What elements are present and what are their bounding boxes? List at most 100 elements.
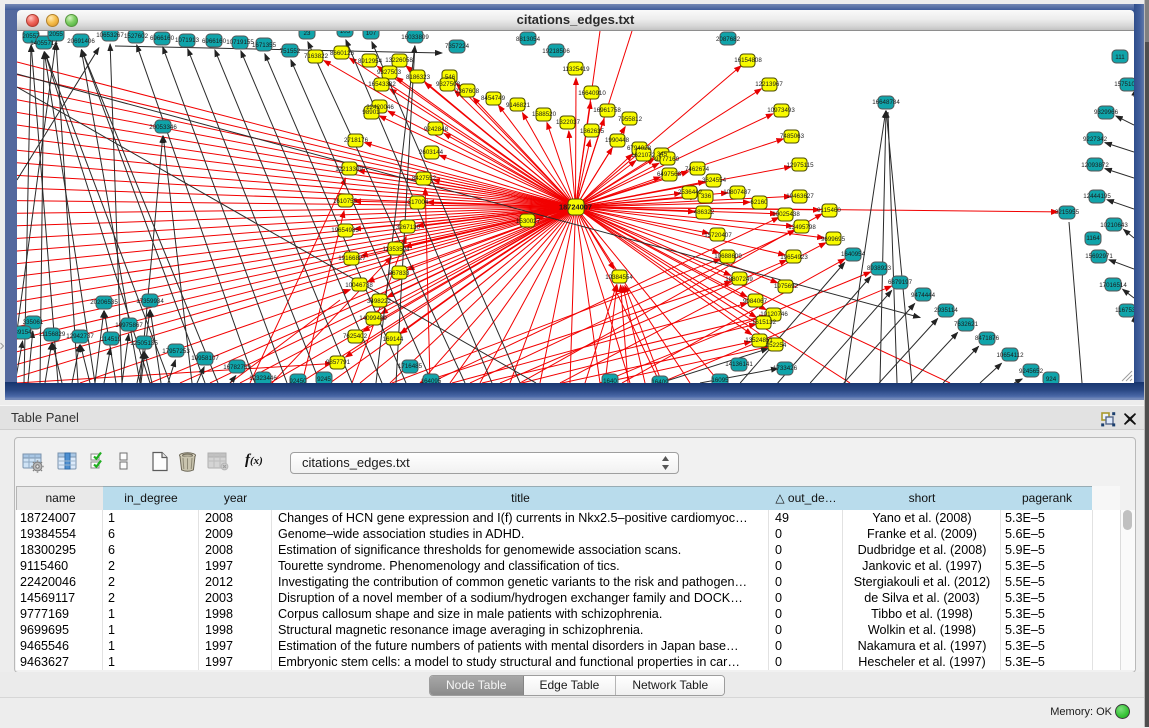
svg-text:9327503: 9327503 (377, 69, 402, 76)
svg-text:9329966: 9329966 (1094, 109, 1119, 116)
svg-text:105: 105 (340, 31, 351, 35)
svg-text:1362635: 1362635 (580, 128, 605, 135)
svg-text:20691406: 20691406 (67, 38, 95, 45)
svg-text:9777169: 9777169 (655, 156, 680, 163)
svg-text:7163822: 7163822 (304, 53, 329, 60)
svg-text:7625402: 7625402 (343, 333, 368, 340)
svg-text:92450: 92450 (289, 378, 307, 383)
svg-text:9115460: 9115460 (817, 207, 841, 214)
svg-text:164095: 164095 (421, 378, 442, 383)
svg-text:12213309: 12213309 (335, 166, 363, 173)
svg-text:546: 546 (445, 74, 456, 81)
svg-text:15751074: 15751074 (1114, 81, 1134, 88)
svg-text:9242848: 9242848 (424, 126, 449, 133)
svg-text:11325419: 11325419 (562, 66, 590, 73)
svg-text:751552: 751552 (280, 48, 301, 55)
svg-text:1530027: 1530027 (516, 218, 541, 225)
svg-text:1640: 1640 (603, 378, 617, 383)
svg-text:2935114: 2935114 (934, 307, 958, 314)
svg-text:2536442: 2536442 (678, 189, 703, 196)
svg-text:2055: 2055 (49, 31, 63, 38)
svg-text:16154808: 16154808 (734, 57, 762, 64)
svg-text:23: 23 (304, 31, 311, 37)
svg-text:486322: 486322 (694, 209, 715, 216)
svg-text:18724007: 18724007 (559, 203, 592, 212)
svg-text:16095: 16095 (711, 377, 729, 383)
svg-text:11353594: 11353594 (382, 246, 410, 253)
svg-text:1671355: 1671355 (252, 42, 277, 49)
svg-text:1733426: 1733426 (773, 365, 798, 372)
svg-text:1167533: 1167533 (1115, 307, 1134, 314)
svg-text:3498222: 3498222 (367, 298, 392, 305)
svg-text:12213967: 12213967 (755, 81, 783, 88)
svg-text:9245652: 9245652 (1019, 368, 1044, 375)
svg-text:16543382: 16543382 (368, 81, 396, 88)
svg-text:8471876: 8471876 (975, 335, 1000, 342)
svg-text:7955812: 7955812 (618, 116, 643, 123)
svg-text:1588520: 1588520 (532, 111, 557, 118)
svg-text:9245: 9245 (317, 376, 331, 383)
svg-text:15720407: 15720407 (704, 232, 732, 239)
svg-text:8427552: 8427552 (412, 175, 437, 182)
svg-text:18807249: 18807249 (725, 276, 753, 283)
svg-text:6497568: 6497568 (657, 171, 682, 178)
svg-text:1640954: 1640954 (841, 251, 866, 258)
svg-text:19463627: 19463627 (786, 193, 814, 200)
svg-text:1610755: 1610755 (333, 198, 358, 205)
svg-text:16961758: 16961758 (593, 107, 621, 114)
svg-text:13495798: 13495798 (788, 224, 816, 231)
svg-text:14136141: 14136141 (725, 361, 753, 368)
svg-text:12323446: 12323446 (249, 375, 277, 382)
svg-text:16782759: 16782759 (223, 364, 251, 371)
svg-text:9146821: 9146821 (506, 102, 531, 109)
svg-text:10688609: 10688609 (714, 253, 742, 260)
svg-text:9327508: 9327508 (436, 81, 461, 88)
svg-text:1990448: 1990448 (605, 137, 630, 144)
svg-text:10807487: 10807487 (723, 189, 751, 196)
svg-text:9474444: 9474444 (911, 292, 936, 299)
svg-text:12975115: 12975115 (786, 162, 814, 169)
svg-text:252254: 252254 (766, 342, 787, 349)
svg-text:13226058: 13226058 (385, 57, 413, 64)
svg-text:11156829: 11156829 (39, 331, 66, 338)
svg-text:169144: 169144 (383, 336, 404, 343)
svg-text:867833: 867833 (389, 270, 410, 277)
svg-text:2718176: 2718176 (344, 137, 369, 144)
svg-text:9857791: 9857791 (326, 359, 351, 366)
svg-text:1975692: 1975692 (774, 283, 799, 290)
svg-text:17957253: 17957253 (162, 348, 190, 355)
svg-text:15692971: 15692971 (1085, 253, 1113, 260)
svg-text:107: 107 (366, 31, 377, 37)
svg-text:20206535: 20206535 (90, 299, 118, 306)
svg-text:114519: 114519 (101, 336, 122, 343)
svg-text:3267130: 3267130 (396, 224, 421, 231)
svg-text:12093872: 12093872 (1081, 162, 1109, 169)
svg-text:7357224: 7357224 (445, 43, 470, 50)
svg-text:19654923: 19654923 (780, 254, 808, 261)
svg-text:3215955: 3215955 (1055, 209, 1080, 216)
svg-text:7485063: 7485063 (780, 133, 805, 140)
svg-text:8454749: 8454749 (481, 95, 506, 102)
svg-text:8912954: 8912954 (358, 58, 383, 65)
svg-text:62160: 62160 (750, 199, 768, 206)
svg-text:2087682: 2087682 (716, 36, 741, 43)
svg-text:10654112: 10654112 (996, 352, 1024, 359)
svg-text:19384554: 19384554 (605, 274, 633, 281)
svg-text:1071913: 1071913 (175, 37, 200, 44)
svg-text:10719155: 10719155 (226, 39, 254, 46)
svg-text:16033809: 16033809 (401, 34, 429, 41)
svg-text:1164: 1164 (1086, 235, 1100, 242)
svg-text:1322037: 1322037 (556, 119, 581, 126)
svg-text:16409: 16409 (651, 379, 669, 383)
svg-text:336: 336 (701, 193, 712, 200)
svg-text:7462674: 7462674 (685, 166, 710, 173)
svg-text:12505135: 12505135 (130, 340, 158, 347)
svg-text:8938923: 8938923 (867, 265, 892, 272)
svg-text:9227342: 9227342 (1083, 136, 1108, 143)
svg-text:10975867: 10975867 (115, 322, 143, 329)
svg-text:19218506: 19218506 (542, 48, 570, 55)
svg-text:317004: 317004 (408, 199, 429, 206)
svg-text:1716485: 1716485 (398, 363, 423, 370)
svg-text:6966160: 6966160 (202, 38, 227, 45)
svg-text:6966160: 6966160 (150, 35, 175, 42)
